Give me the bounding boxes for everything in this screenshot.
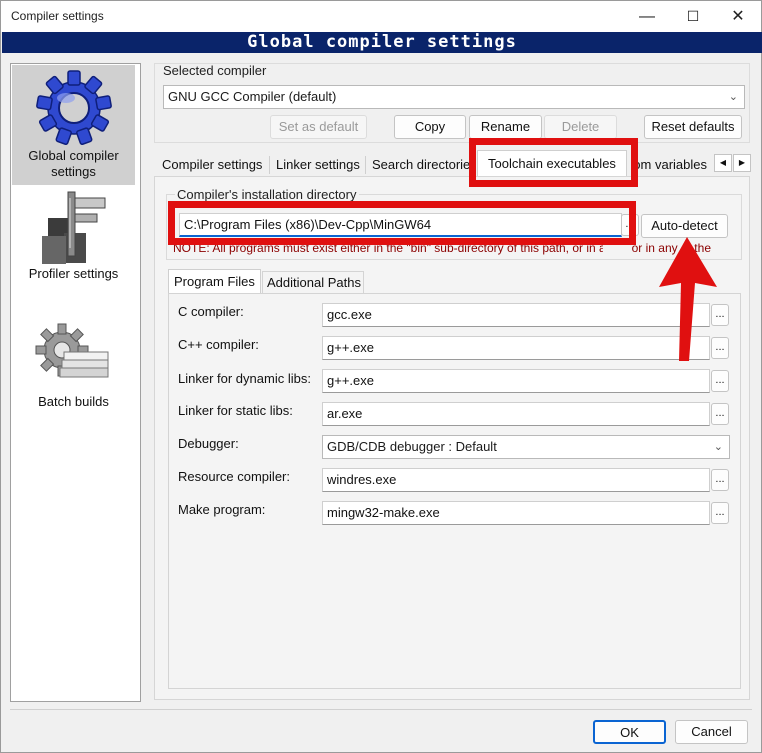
gear-icon — [35, 70, 112, 146]
window-title: Compiler settings — [11, 9, 104, 23]
debugger-select-value: GDB/CDB debugger : Default — [327, 439, 497, 454]
compiler-select-value: GNU GCC Compiler (default) — [168, 89, 337, 104]
selected-compiler-label: Selected compiler — [163, 63, 267, 78]
red-arrow-annotation — [659, 237, 717, 361]
install-dir-label: Compiler's installation directory — [175, 187, 359, 202]
tab-separator — [269, 156, 270, 174]
linker-dynamic-label: Linker for dynamic libs: — [178, 371, 311, 386]
browse-linker-static-button[interactable]: ... — [711, 403, 729, 425]
tab-program-files[interactable]: Program Files — [168, 269, 261, 294]
sidebar-item-profiler-settings[interactable]: Profiler settings — [12, 188, 135, 288]
caliper-icon — [41, 191, 105, 264]
settings-sidebar: Global compiler settings Profiler settin… — [10, 63, 141, 702]
ok-button[interactable]: OK — [593, 720, 666, 744]
sidebar-item-batch-builds[interactable]: Batch builds — [12, 322, 135, 422]
footer-divider — [10, 709, 752, 710]
close-button[interactable]: ✕ — [716, 1, 760, 32]
linker-static-input[interactable]: ar.exe — [322, 402, 710, 426]
tab-scroll-left-button[interactable]: ◀ — [714, 154, 732, 172]
tab-scroll-right-button[interactable]: ▶ — [733, 154, 751, 172]
resource-compiler-input[interactable]: windres.exe — [322, 468, 710, 492]
browse-make-program-button[interactable]: ... — [711, 502, 729, 524]
cancel-button[interactable]: Cancel — [675, 720, 748, 744]
highlight-box-install-dir — [168, 201, 636, 245]
debugger-label: Debugger: — [178, 436, 239, 451]
tab-compiler-settings[interactable]: Compiler settings — [158, 154, 269, 176]
sidebar-item-label: Global compiler settings — [28, 148, 119, 179]
c-compiler-label: C compiler: — [178, 304, 244, 319]
chevron-down-icon: ⌄ — [713, 441, 723, 453]
tab-additional-paths[interactable]: Additional Paths — [262, 271, 364, 293]
make-program-label: Make program: — [178, 502, 266, 517]
sidebar-item-global-compiler-settings[interactable]: Global compiler settings — [12, 65, 135, 185]
sidebar-item-label: Batch builds — [38, 394, 109, 409]
page-banner: Global compiler settings — [2, 32, 762, 53]
set-as-default-button[interactable]: Set as default — [270, 115, 367, 139]
rename-button[interactable]: Rename — [469, 115, 542, 139]
tab-custom-variables[interactable]: Custom variables — [631, 154, 711, 176]
compiler-select[interactable]: GNU GCC Compiler (default) ⌄ — [163, 85, 745, 109]
compiler-settings-window: Compiler settings — ☐ ✕ Global compiler … — [0, 0, 762, 753]
cpp-compiler-label: C++ compiler: — [178, 337, 259, 352]
resource-compiler-label: Resource compiler: — [178, 469, 290, 484]
debugger-select[interactable]: GDB/CDB debugger : Default ⌄ — [322, 435, 730, 459]
minimize-button[interactable]: — — [625, 1, 669, 32]
browse-resource-compiler-button[interactable]: ... — [711, 469, 729, 491]
highlight-box-toolchain-tab — [469, 138, 638, 187]
copy-button[interactable]: Copy — [394, 115, 466, 139]
linker-static-label: Linker for static libs: — [178, 403, 293, 418]
tab-linker-settings[interactable]: Linker settings — [272, 154, 365, 176]
sidebar-item-label: Profiler settings — [28, 266, 119, 281]
delete-button[interactable]: Delete — [544, 115, 617, 139]
reset-defaults-button[interactable]: Reset defaults — [644, 115, 742, 139]
gear-stack-icon — [35, 323, 108, 378]
maximize-button[interactable]: ☐ — [671, 1, 715, 32]
linker-dynamic-input[interactable]: g++.exe — [322, 369, 710, 393]
make-program-input[interactable]: mingw32-make.exe — [322, 501, 710, 525]
tab-search-directories[interactable]: Search directories — [368, 154, 471, 176]
title-bar: Compiler settings — ☐ ✕ — [1, 1, 761, 32]
tab-separator — [365, 156, 366, 174]
browse-linker-dynamic-button[interactable]: ... — [711, 370, 729, 392]
chevron-down-icon: ⌄ — [728, 91, 738, 103]
